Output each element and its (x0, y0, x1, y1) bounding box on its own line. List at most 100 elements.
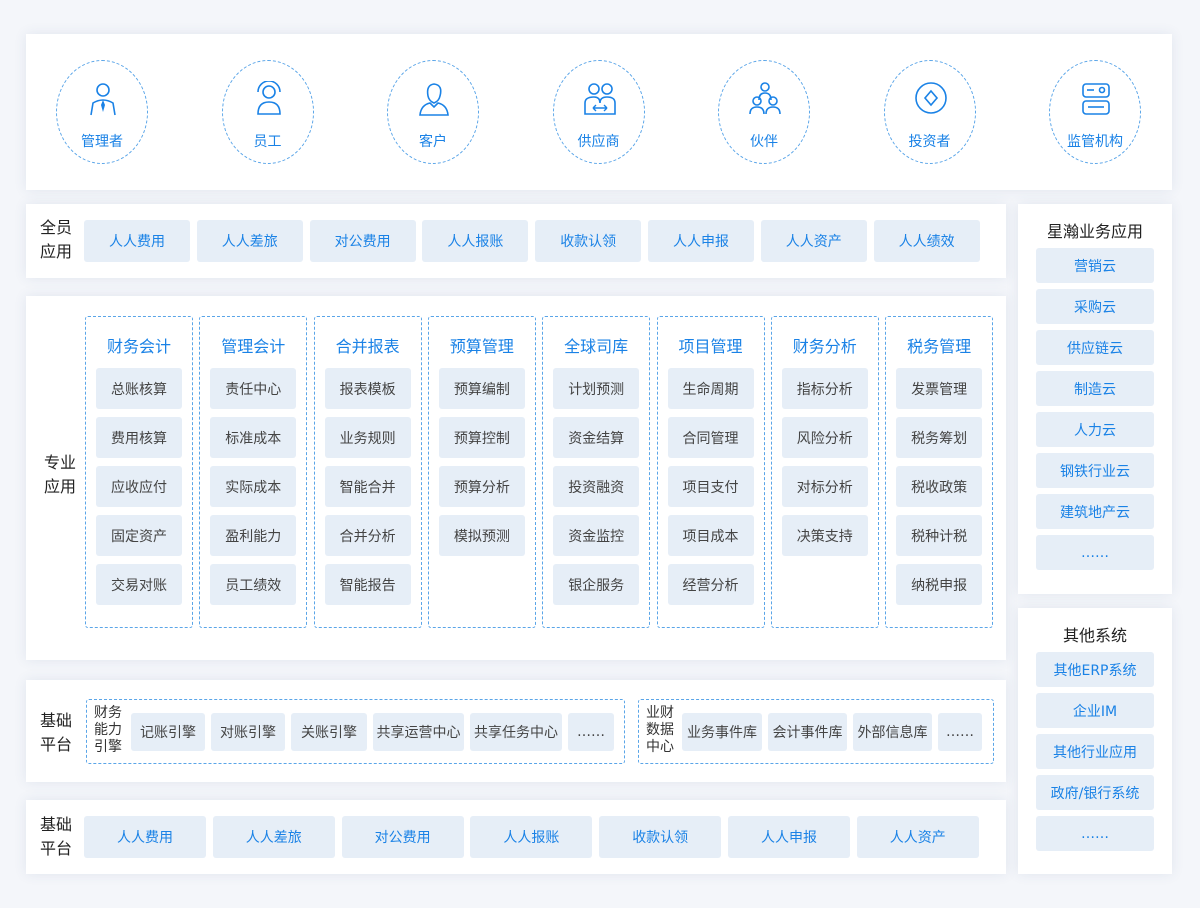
xinghan-item[interactable]: 建筑地产云 (1036, 494, 1154, 529)
module-item[interactable]: 应收应付 (96, 466, 182, 507)
module-item[interactable]: 银企服务 (553, 564, 640, 605)
module-item[interactable]: 模拟预测 (438, 515, 525, 556)
module-item[interactable]: 生命周期 (667, 368, 754, 409)
role-label: 伙伴 (750, 134, 778, 150)
module-item[interactable]: 项目成本 (667, 515, 754, 556)
module-item[interactable]: 报表模板 (324, 368, 411, 409)
xinghan-item[interactable]: 钢铁行业云 (1036, 453, 1154, 488)
bottom-item[interactable]: 人人资产 (856, 816, 979, 858)
engine-item[interactable]: 记账引擎 (131, 713, 205, 751)
all-staff-item[interactable]: 人人申报 (648, 220, 754, 262)
module-item[interactable]: 风险分析 (781, 417, 868, 458)
xinghan-item[interactable]: 制造云 (1036, 371, 1154, 406)
xinghan-item[interactable]: 人力云 (1036, 412, 1154, 447)
xinghan-item[interactable]: 营销云 (1036, 248, 1154, 283)
role-1[interactable]: 员工 (221, 60, 314, 164)
engine-item[interactable]: 对账引擎 (211, 713, 285, 751)
bottom-item[interactable]: 对公费用 (341, 816, 464, 858)
bottom-item[interactable]: 收款认领 (599, 816, 722, 858)
module-item[interactable]: 标准成本 (210, 417, 297, 458)
module-item[interactable]: 交易对账 (96, 564, 182, 605)
roles-panel: 管理者 员工 客户 供应商 伙伴 投资者 监管机构 (26, 34, 1172, 190)
module-3: 预算管理 预算编制 预算控制 预算分析 模拟预测 (427, 316, 536, 628)
bottom-panel: 基础 平台 人人费用 人人差旅 对公费用 人人报账 收款认领 人人申报 人人资产 (26, 800, 1006, 874)
module-item[interactable]: 资金监控 (553, 515, 640, 556)
other-item[interactable]: 企业IM (1036, 693, 1154, 728)
bottom-item[interactable]: 人人差旅 (212, 816, 335, 858)
module-item[interactable]: 合并分析 (324, 515, 411, 556)
module-title: 管理会计 (221, 337, 286, 356)
all-staff-item[interactable]: 人人费用 (84, 220, 190, 262)
module-item[interactable]: 智能合并 (324, 466, 411, 507)
all-staff-item[interactable]: 人人资产 (760, 220, 867, 262)
module-title: 税务管理 (907, 337, 972, 356)
xinghan-item[interactable]: …… (1036, 535, 1154, 570)
all-staff-item[interactable]: 人人报账 (422, 220, 529, 262)
engine-item[interactable]: …… (568, 713, 614, 751)
bottom-item[interactable]: 人人申报 (728, 816, 850, 858)
module-item[interactable]: 指标分析 (781, 368, 868, 409)
module-item[interactable]: 实际成本 (210, 466, 297, 507)
engine-item[interactable]: 共享任务中心 (470, 713, 562, 751)
module-item[interactable]: 业务规则 (324, 417, 411, 458)
xinghan-item[interactable]: 供应链云 (1036, 330, 1154, 365)
all-staff-panel: 全员 应用 人人费用 人人差旅 对公费用 人人报账 收款认领 人人申报 人人资产 人人绩效 (26, 204, 1006, 278)
module-title: 财务会计 (106, 337, 171, 356)
professional-label: 专业 应用 (43, 453, 76, 496)
module-item[interactable]: 预算分析 (438, 466, 525, 507)
module-item[interactable]: 预算编制 (438, 368, 525, 409)
other-item[interactable]: 其他行业应用 (1036, 734, 1154, 769)
role-label: 投资者 (908, 134, 951, 150)
data-center-item[interactable]: 外部信息库 (853, 713, 932, 751)
role-0[interactable]: 管理者 (56, 60, 148, 164)
module-item[interactable]: 费用核算 (96, 417, 182, 458)
data-center-item[interactable]: 业务事件库 (682, 713, 762, 751)
other-panel: 其他系统 其他ERP系统 企业IM 其他行业应用 政府/银行系统 …… (1018, 608, 1172, 874)
role-4[interactable]: 伙伴 (718, 60, 810, 164)
module-item[interactable]: 对标分析 (781, 466, 868, 507)
module-item[interactable]: 责任中心 (210, 368, 297, 409)
role-5[interactable]: 投资者 (883, 60, 976, 164)
module-item[interactable]: 合同管理 (667, 417, 754, 458)
other-item[interactable]: …… (1036, 816, 1154, 851)
module-item[interactable]: 员工绩效 (210, 564, 297, 605)
module-item[interactable]: 预算控制 (438, 417, 525, 458)
data-center-item[interactable]: 会计事件库 (768, 713, 847, 751)
bottom-label: 基础 平台 (39, 815, 72, 858)
module-item[interactable]: 项目支付 (667, 466, 754, 507)
role-label: 供应商 (577, 134, 620, 150)
module-title: 合并报表 (335, 337, 400, 356)
module-item[interactable]: 资金结算 (553, 417, 640, 458)
engine-item[interactable]: 关账引擎 (291, 713, 367, 751)
bottom-item[interactable]: 人人费用 (84, 816, 206, 858)
xinghan-item[interactable]: 采购云 (1036, 289, 1154, 324)
finance-engine-label: 财务 能力 引擎 (94, 705, 122, 755)
module-item[interactable]: 固定资产 (96, 515, 182, 556)
other-item[interactable]: 其他ERP系统 (1036, 652, 1154, 687)
all-staff-item[interactable]: 对公费用 (309, 220, 416, 262)
all-staff-item[interactable]: 人人差旅 (196, 220, 303, 262)
role-label: 员工 (253, 134, 282, 150)
data-center-item[interactable]: …… (938, 713, 982, 751)
module-item[interactable]: 盈利能力 (210, 515, 297, 556)
module-item[interactable]: 纳税申报 (896, 564, 983, 605)
module-title: 财务分析 (792, 337, 857, 356)
all-staff-item[interactable]: 收款认领 (535, 220, 642, 262)
bottom-item[interactable]: 人人报账 (470, 816, 593, 858)
role-6[interactable]: 监管机构 (1049, 60, 1141, 164)
module-item[interactable]: 智能报告 (324, 564, 411, 605)
module-item[interactable]: 发票管理 (896, 368, 983, 409)
module-item[interactable]: 总账核算 (96, 368, 182, 409)
role-3[interactable]: 供应商 (552, 60, 645, 164)
engine-item[interactable]: 共享运营中心 (373, 713, 464, 751)
role-2[interactable]: 客户 (387, 60, 479, 164)
module-item[interactable]: 税种计税 (896, 515, 983, 556)
module-item[interactable]: 决策支持 (781, 515, 868, 556)
module-item[interactable]: 计划预测 (553, 368, 640, 409)
all-staff-item[interactable]: 人人绩效 (873, 220, 980, 262)
module-item[interactable]: 税收政策 (896, 466, 983, 507)
other-item[interactable]: 政府/银行系统 (1036, 775, 1154, 810)
module-item[interactable]: 经营分析 (667, 564, 754, 605)
module-item[interactable]: 投资融资 (553, 466, 640, 507)
module-item[interactable]: 税务筹划 (896, 417, 983, 458)
